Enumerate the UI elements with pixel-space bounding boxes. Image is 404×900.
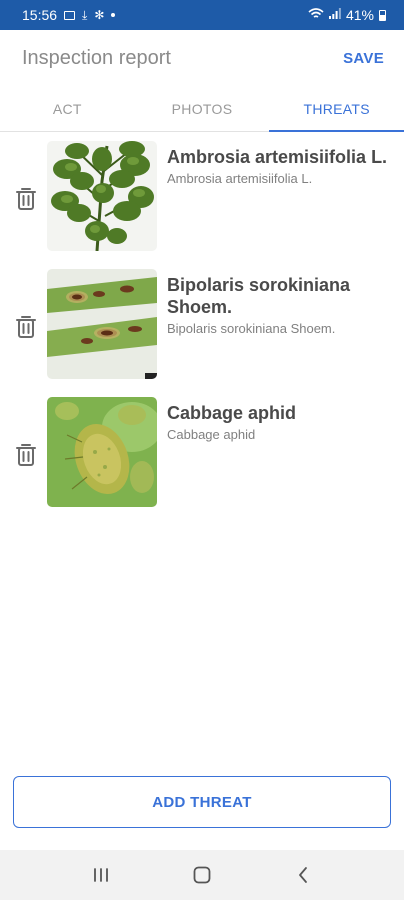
list-item[interactable]: Ambrosia artemisiifolia L. Ambrosia arte…: [0, 140, 404, 268]
recent-apps-icon[interactable]: [81, 855, 121, 895]
threat-title: Cabbage aphid: [167, 403, 297, 423]
threat-text: Cabbage aphid Cabbage aphid: [167, 402, 389, 443]
status-time: 15:56: [22, 7, 58, 23]
signal-icon: [328, 8, 341, 22]
threat-subtitle: Ambrosia artemisiifolia L.: [167, 171, 313, 186]
gallery-icon: [64, 10, 76, 20]
delete-icon[interactable]: [14, 442, 38, 468]
aphid-photo: [47, 397, 157, 507]
navigation-bar: [0, 850, 404, 900]
tab-bar: ACT PHOTOS THREATS: [0, 86, 404, 132]
status-bar: 15:56 ⤓ ✻ 41%: [0, 0, 404, 30]
status-left: 15:56 ⤓ ✻: [22, 7, 116, 23]
add-threat-button[interactable]: ADD THREAT: [13, 776, 391, 828]
ragweed-plant-photo: [47, 141, 157, 251]
threat-subtitle: Bipolaris sorokiniana Shoem.: [167, 321, 336, 336]
download-check-icon: ⤓: [82, 8, 88, 22]
list-item[interactable]: Bipolaris sorokiniana Shoem. Bipolaris s…: [0, 268, 404, 396]
dot-icon: [111, 13, 116, 17]
home-icon[interactable]: [182, 855, 222, 895]
status-right: 41%: [308, 7, 386, 23]
threat-text: Bipolaris sorokiniana Shoem. Bipolaris s…: [167, 274, 389, 337]
delete-icon[interactable]: [14, 314, 38, 340]
app-bar: Inspection report SAVE: [0, 30, 404, 86]
back-icon[interactable]: [283, 855, 323, 895]
threat-title: Bipolaris sorokiniana Shoem.: [167, 275, 351, 317]
wifi-icon: [308, 7, 324, 23]
threat-title: Ambrosia artemisiifolia L.: [167, 147, 388, 167]
tab-photos[interactable]: PHOTOS: [135, 86, 270, 131]
leaf-spot-photo: [47, 269, 157, 379]
threat-list: Ambrosia artemisiifolia L. Ambrosia arte…: [0, 140, 404, 524]
list-item[interactable]: Cabbage aphid Cabbage aphid: [0, 396, 404, 524]
battery-percent: 41%: [345, 7, 374, 23]
page-title: Inspection report: [22, 46, 171, 69]
delete-icon[interactable]: [14, 186, 38, 212]
battery-icon: [379, 9, 386, 21]
save-button[interactable]: SAVE: [343, 50, 384, 67]
tab-threats[interactable]: THREATS: [269, 86, 404, 132]
tab-act[interactable]: ACT: [0, 86, 135, 131]
threat-subtitle: Cabbage aphid: [167, 427, 256, 442]
gear-icon: ✻: [94, 8, 105, 22]
threat-text: Ambrosia artemisiifolia L. Ambrosia arte…: [167, 146, 389, 187]
